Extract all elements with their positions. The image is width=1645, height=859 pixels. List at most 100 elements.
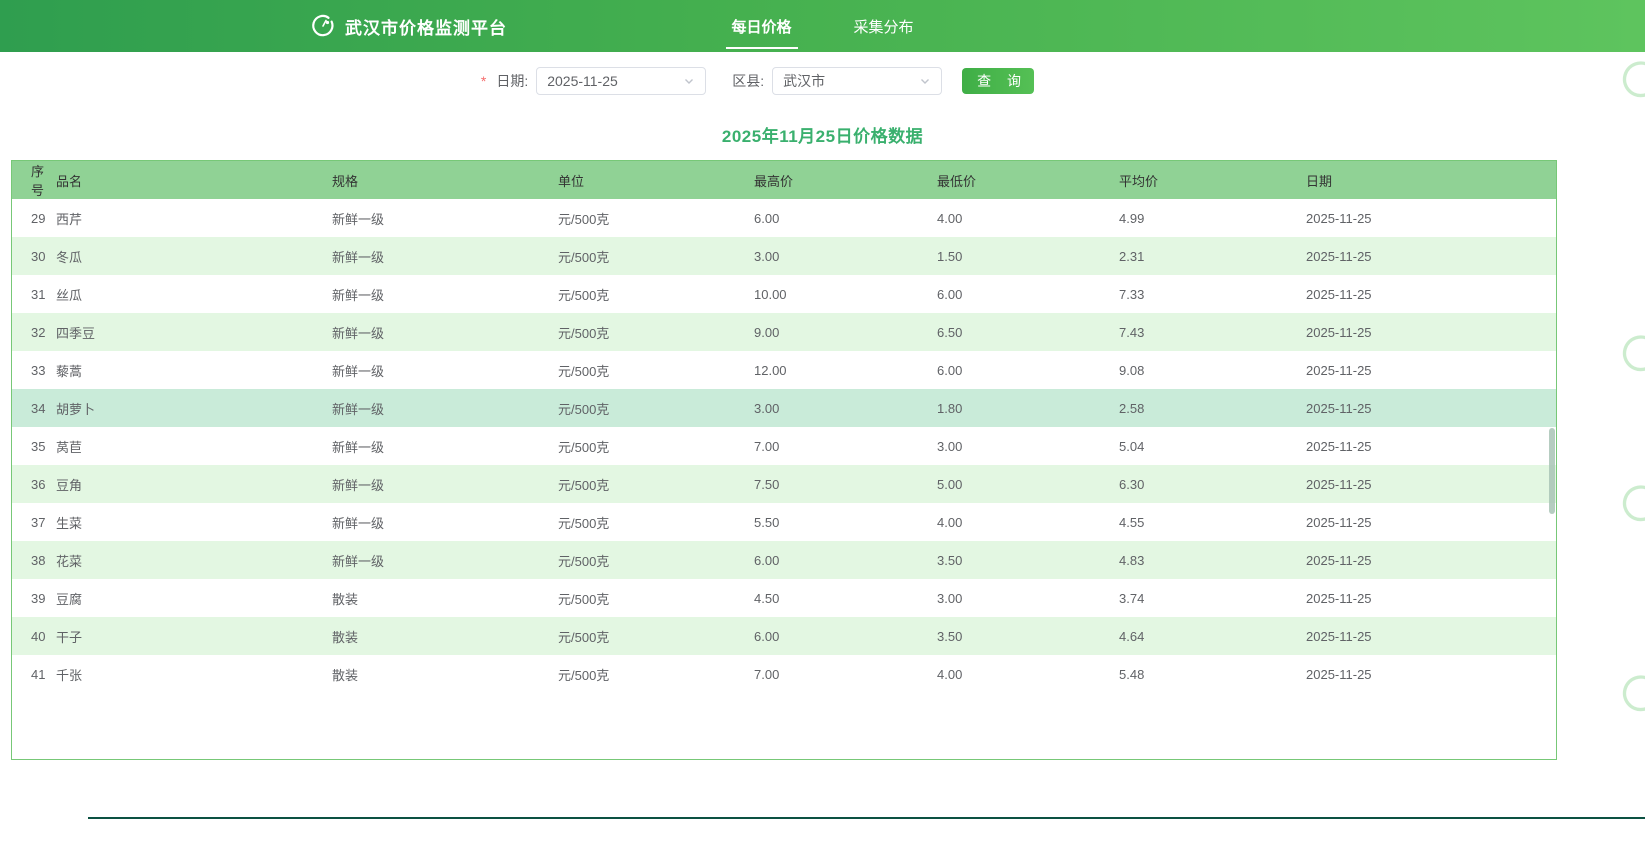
table-cell: 新鲜一级 — [332, 465, 558, 503]
column-header: 最低价 — [937, 161, 1119, 199]
table-cell: 元/500克 — [558, 313, 754, 351]
table-cell: 元/500克 — [558, 655, 754, 693]
table-cell: 3.00 — [754, 237, 937, 275]
column-header: 品名 — [56, 161, 332, 199]
table-cell: 2025-11-25 — [1306, 275, 1556, 313]
table-cell: 丝瓜 — [56, 275, 332, 313]
price-table-container: 序号品名规格单位最高价最低价平均价日期 29西芹新鲜一级元/500克6.004.… — [11, 160, 1557, 760]
table-cell: 元/500克 — [558, 579, 754, 617]
app-header: 武汉市价格监测平台 每日价格 采集分布 — [0, 0, 1645, 52]
required-asterisk: * — [481, 73, 486, 89]
date-select-value: 2025-11-25 — [547, 73, 618, 89]
table-cell: 3.50 — [937, 541, 1119, 579]
table-cell: 3.00 — [754, 389, 937, 427]
table-cell: 元/500克 — [558, 351, 754, 389]
table-cell: 7.00 — [754, 427, 937, 465]
table-cell: 新鲜一级 — [332, 313, 558, 351]
date-label: 日期: — [496, 71, 528, 91]
table-cell: 干子 — [56, 617, 332, 655]
table-cell: 7.50 — [754, 465, 937, 503]
table-cell: 2025-11-25 — [1306, 389, 1556, 427]
column-header: 规格 — [332, 161, 558, 199]
table-cell: 千张 — [56, 655, 332, 693]
table-cell: 6.50 — [937, 313, 1119, 351]
footer-divider — [88, 817, 1645, 819]
table-cell: 4.83 — [1119, 541, 1306, 579]
table-cell: 32 — [12, 313, 56, 351]
tab-collection-distribution[interactable]: 采集分布 — [852, 16, 916, 37]
table-row[interactable]: 33藜蒿新鲜一级元/500克12.006.009.082025-11-25 — [12, 351, 1556, 389]
table-cell: 散装 — [332, 655, 558, 693]
table-cell: 5.48 — [1119, 655, 1306, 693]
table-cell: 新鲜一级 — [332, 199, 558, 237]
main-nav: 每日价格 采集分布 — [729, 0, 915, 52]
table-cell: 1.80 — [937, 389, 1119, 427]
table-row[interactable]: 34胡萝卜新鲜一级元/500克3.001.802.582025-11-25 — [12, 389, 1556, 427]
table-cell: 莴苣 — [56, 427, 332, 465]
table-row[interactable]: 41千张散装元/500克7.004.005.482025-11-25 — [12, 655, 1556, 693]
table-cell: 3.00 — [937, 427, 1119, 465]
table-cell: 41 — [12, 655, 56, 693]
table-cell: 元/500克 — [558, 199, 754, 237]
table-cell: 40 — [12, 617, 56, 655]
table-cell: 豆角 — [56, 465, 332, 503]
table-cell: 4.55 — [1119, 503, 1306, 541]
table-cell: 生菜 — [56, 503, 332, 541]
table-cell: 5.50 — [754, 503, 937, 541]
table-row[interactable]: 37生菜新鲜一级元/500克5.504.004.552025-11-25 — [12, 503, 1556, 541]
tab-daily-price[interactable]: 每日价格 — [729, 16, 793, 37]
table-row[interactable]: 30冬瓜新鲜一级元/500克3.001.502.312025-11-25 — [12, 237, 1556, 275]
chevron-down-icon — [683, 75, 695, 87]
table-cell: 元/500克 — [558, 465, 754, 503]
table-row[interactable]: 36豆角新鲜一级元/500克7.505.006.302025-11-25 — [12, 465, 1556, 503]
table-cell: 10.00 — [754, 275, 937, 313]
table-cell: 29 — [12, 199, 56, 237]
date-select[interactable]: 2025-11-25 — [536, 67, 706, 95]
column-header: 日期 — [1306, 161, 1556, 199]
table-cell: 9.08 — [1119, 351, 1306, 389]
column-header: 平均价 — [1119, 161, 1306, 199]
table-cell: 散装 — [332, 579, 558, 617]
table-row[interactable]: 39豆腐散装元/500克4.503.003.742025-11-25 — [12, 579, 1556, 617]
table-scrollbar-thumb[interactable] — [1549, 428, 1555, 514]
watermark-logo-icon — [1619, 672, 1645, 721]
table-cell: 39 — [12, 579, 56, 617]
table-cell: 7.00 — [754, 655, 937, 693]
table-row[interactable]: 32四季豆新鲜一级元/500克9.006.507.432025-11-25 — [12, 313, 1556, 351]
table-row[interactable]: 31丝瓜新鲜一级元/500克10.006.007.332025-11-25 — [12, 275, 1556, 313]
table-cell: 新鲜一级 — [332, 237, 558, 275]
table-cell: 3.50 — [937, 617, 1119, 655]
price-table-body: 29西芹新鲜一级元/500克6.004.004.992025-11-2530冬瓜… — [12, 199, 1556, 693]
column-header: 最高价 — [754, 161, 937, 199]
table-cell: 2025-11-25 — [1306, 237, 1556, 275]
table-cell: 冬瓜 — [56, 237, 332, 275]
table-cell: 新鲜一级 — [332, 503, 558, 541]
table-cell: 4.00 — [937, 655, 1119, 693]
column-header: 单位 — [558, 161, 754, 199]
watermark-logo-icon — [1619, 482, 1645, 531]
table-cell: 西芹 — [56, 199, 332, 237]
table-cell: 4.64 — [1119, 617, 1306, 655]
table-cell: 元/500克 — [558, 427, 754, 465]
table-cell: 四季豆 — [56, 313, 332, 351]
price-table: 序号品名规格单位最高价最低价平均价日期 29西芹新鲜一级元/500克6.004.… — [12, 161, 1556, 693]
table-cell: 2025-11-25 — [1306, 465, 1556, 503]
table-cell: 2025-11-25 — [1306, 617, 1556, 655]
table-cell: 2025-11-25 — [1306, 313, 1556, 351]
table-cell: 4.00 — [937, 199, 1119, 237]
table-row[interactable]: 40干子散装元/500克6.003.504.642025-11-25 — [12, 617, 1556, 655]
table-cell: 元/500克 — [558, 389, 754, 427]
table-cell: 6.00 — [937, 275, 1119, 313]
price-table-header-row: 序号品名规格单位最高价最低价平均价日期 — [12, 161, 1556, 199]
platform-title: 武汉市价格监测平台 — [345, 14, 507, 39]
district-select[interactable]: 武汉市 — [772, 67, 942, 95]
table-row[interactable]: 29西芹新鲜一级元/500克6.004.004.992025-11-25 — [12, 199, 1556, 237]
table-row[interactable]: 38花菜新鲜一级元/500克6.003.504.832025-11-25 — [12, 541, 1556, 579]
table-cell: 元/500克 — [558, 237, 754, 275]
filter-bar: * 日期: 2025-11-25 区县: 武汉市 查 询 — [0, 67, 1645, 95]
table-cell: 新鲜一级 — [332, 541, 558, 579]
table-cell: 33 — [12, 351, 56, 389]
table-cell: 31 — [12, 275, 56, 313]
query-button[interactable]: 查 询 — [962, 68, 1034, 94]
table-row[interactable]: 35莴苣新鲜一级元/500克7.003.005.042025-11-25 — [12, 427, 1556, 465]
